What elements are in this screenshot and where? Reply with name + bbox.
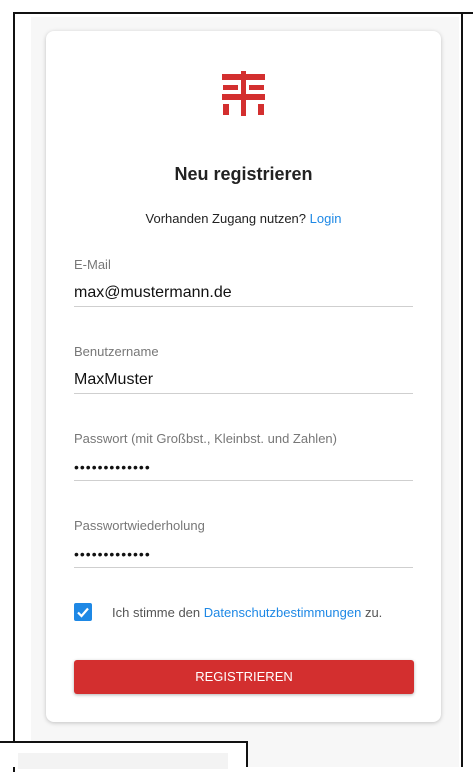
privacy-policy-link[interactable]: Datenschutzbestimmungen	[204, 605, 362, 620]
username-field[interactable]: Benutzername MaxMuster	[74, 344, 413, 394]
login-prompt: Vorhanden Zugang nutzen? Login	[46, 211, 441, 226]
brand-logo-icon	[222, 71, 265, 116]
frame-divider	[461, 12, 463, 767]
login-link[interactable]: Login	[310, 211, 342, 226]
password-repeat-field[interactable]: Passwortwiederholung •••••••••••••	[74, 518, 413, 568]
register-button[interactable]: Registrieren	[74, 660, 414, 694]
email-input[interactable]: max@mustermann.de	[74, 280, 413, 307]
username-input[interactable]: MaxMuster	[74, 367, 413, 394]
email-label: E-Mail	[74, 257, 111, 272]
username-label: Benutzername	[74, 344, 159, 359]
page-title: Neu registrieren	[174, 164, 313, 184]
consent-checkbox[interactable]	[74, 603, 92, 621]
overlapping-window-edge	[0, 741, 248, 769]
password-input[interactable]: •••••••••••••	[74, 454, 413, 481]
consent-row: Ich stimme den Datenschutzbestimmungen z…	[74, 602, 434, 622]
password-label: Passwort (mit Großbst., Kleinbst. und Za…	[74, 431, 337, 446]
login-prompt-text: Vorhanden Zugang nutzen?	[145, 211, 307, 226]
email-field[interactable]: E-Mail max@mustermann.de	[74, 257, 413, 307]
password-repeat-input[interactable]: •••••••••••••	[74, 541, 413, 568]
password-field[interactable]: Passwort (mit Großbst., Kleinbst. und Za…	[74, 431, 413, 481]
registration-card: Neu registrieren Vorhanden Zugang nutzen…	[46, 31, 441, 722]
consent-text-before: Ich stimme den	[112, 604, 201, 620]
consent-text-after: zu.	[364, 604, 383, 620]
password-repeat-label: Passwortwiederholung	[74, 518, 205, 533]
check-icon	[77, 607, 89, 618]
